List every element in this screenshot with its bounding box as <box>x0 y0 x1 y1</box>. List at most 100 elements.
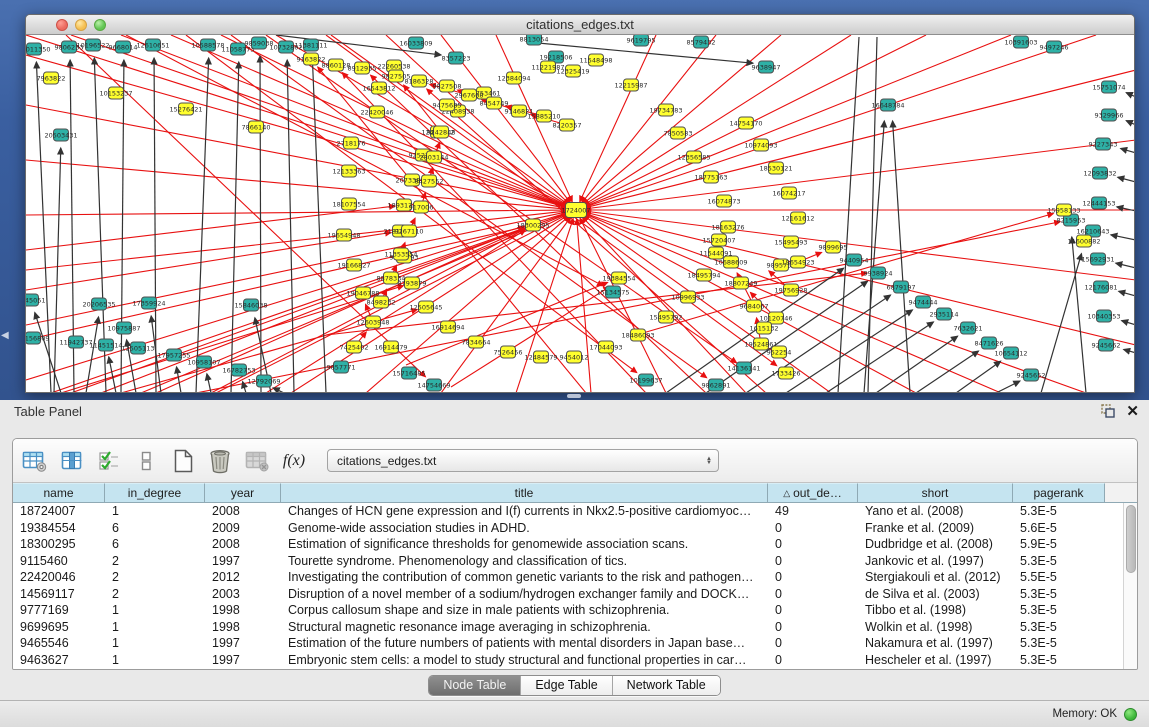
cell-short[interactable]: Franke et al. (2009) <box>858 520 1013 537</box>
cell-year[interactable]: 2008 <box>205 503 281 520</box>
graph-node[interactable]: 11942737 <box>59 336 92 348</box>
cell-out_de[interactable]: 0 <box>768 553 858 570</box>
cell-title[interactable]: Disruption of a novel member of a sodium… <box>281 586 768 603</box>
graph-node[interactable]: 9827508 <box>433 80 462 92</box>
cell-pagerank[interactable]: 5.6E-5 <box>1013 520 1105 537</box>
graph-node[interactable]: 12325419 <box>556 65 589 77</box>
graph-node[interactable]: 9245662 <box>1092 339 1121 351</box>
tab-network-table[interactable]: Network Table <box>613 676 720 695</box>
graph-node[interactable]: 18495794 <box>687 269 720 281</box>
table-row[interactable]: 946554611997Estimation of the future num… <box>13 635 1123 652</box>
graph-node[interactable]: 10996933 <box>671 291 704 303</box>
cell-name[interactable]: 9115460 <box>13 553 105 570</box>
graph-node[interactable]: 9668014 <box>109 41 138 53</box>
table-row[interactable]: 1456911722003Disruption of a novel membe… <box>13 586 1123 603</box>
graph-node[interactable]: 10199637 <box>629 374 662 386</box>
graph-node[interactable]: 8878334 <box>377 272 406 284</box>
cell-name[interactable]: 22420046 <box>13 569 105 586</box>
cell-out_de[interactable]: 0 <box>768 536 858 553</box>
cell-short[interactable]: Stergiakouli et al. (2012) <box>858 569 1013 586</box>
graph-node[interactable]: 15134575 <box>596 286 629 298</box>
cell-year[interactable]: 1997 <box>205 652 281 669</box>
graph-node[interactable]: 12161612 <box>781 212 814 224</box>
cell-year[interactable]: 1997 <box>205 635 281 652</box>
graph-node[interactable]: 12444153 <box>1082 197 1115 209</box>
graph-node[interactable]: 15495493 <box>774 236 807 248</box>
graph-node[interactable]: 12093832 <box>1083 167 1116 179</box>
graph-node[interactable]: 9227343 <box>1089 138 1118 150</box>
close-window-button[interactable] <box>56 19 68 31</box>
network-window-titlebar[interactable]: citations_edges.txt <box>26 15 1134 35</box>
cell-pagerank[interactable]: 5.3E-5 <box>1013 635 1105 652</box>
graph-node[interactable]: 15846038 <box>234 299 267 311</box>
graph-node[interactable]: 19654948 <box>327 229 360 241</box>
graph-node[interactable]: 12133363 <box>332 165 365 177</box>
graph-node[interactable]: 15958133 <box>1047 204 1080 216</box>
cell-name[interactable]: 19384554 <box>13 520 105 537</box>
graph-node[interactable]: 10958107 <box>187 356 220 368</box>
cell-year[interactable]: 2009 <box>205 520 281 537</box>
graph-node[interactable]: 8912935 <box>348 62 377 74</box>
new-table-icon[interactable] <box>169 446 197 476</box>
cell-title[interactable]: Estimation of the future numbers of pati… <box>281 635 768 652</box>
graph-node[interactable]: 1615132 <box>750 322 779 334</box>
graph-node[interactable]: 18486093 <box>621 329 654 341</box>
graph-node[interactable]: 19654923 <box>781 256 814 268</box>
graph-node[interactable]: 8186328 <box>405 75 434 87</box>
graph-node[interactable]: 16074217 <box>772 187 805 199</box>
graph-node[interactable]: 10688609 <box>714 256 747 268</box>
graph-node[interactable]: 8471626 <box>975 337 1004 349</box>
cell-title[interactable]: Estimation of significance thresholds fo… <box>281 536 768 553</box>
graph-node[interactable]: 2803144 <box>420 151 449 163</box>
graph-node[interactable]: 12484579 <box>524 351 557 363</box>
graph-node[interactable]: 16074873 <box>707 195 740 207</box>
graph-node[interactable]: 18107554 <box>332 198 365 210</box>
graph-node[interactable]: 15692931 <box>1081 253 1114 265</box>
cell-pagerank[interactable]: 5.3E-5 <box>1013 619 1105 636</box>
table-row[interactable]: 911546021997Tourette syndrome. Phenomeno… <box>13 553 1123 570</box>
graph-node[interactable]: 18807249 <box>724 277 757 289</box>
graph-node[interactable]: 18300295 <box>516 219 549 231</box>
cell-short[interactable]: Yano et al. (2008) <box>858 503 1013 520</box>
table-row[interactable]: 977716911998Corpus callosum shape and si… <box>13 602 1123 619</box>
graph-node[interactable]: 9938924 <box>864 267 893 279</box>
cell-year[interactable]: 2003 <box>205 586 281 603</box>
graph-node[interactable]: 9454012 <box>560 351 589 363</box>
table-row[interactable]: 946362711997Embryonic stem cells: a mode… <box>13 652 1123 669</box>
graph-node[interactable]: 12603948 <box>356 316 389 328</box>
graph-node[interactable]: 15720407 <box>702 234 735 246</box>
graph-node[interactable]: 19384554 <box>602 272 635 284</box>
graph-node[interactable]: 11451514 <box>89 339 122 351</box>
graph-node[interactable]: 12356585 <box>677 151 710 163</box>
graph-node[interactable]: 2935114 <box>930 308 959 320</box>
graph-node[interactable]: 9684067 <box>740 300 769 312</box>
cell-out_de[interactable]: 0 <box>768 619 858 636</box>
graph-node[interactable]: 9638947 <box>752 61 781 73</box>
cell-in_degree[interactable]: 2 <box>105 553 205 570</box>
graph-node[interactable]: 12505645 <box>409 301 442 313</box>
graph-node[interactable]: 15495792 <box>649 311 682 323</box>
column-header-title[interactable]: title <box>281 483 768 503</box>
table-row[interactable]: 1830029562008Estimation of significance … <box>13 536 1123 553</box>
cell-pagerank[interactable]: 5.5E-5 <box>1013 569 1105 586</box>
graph-node[interactable]: 7834664 <box>462 336 491 348</box>
tab-node-table[interactable]: Node Table <box>429 676 521 695</box>
graph-node[interactable]: 8579432 <box>687 36 716 48</box>
network-window[interactable]: citations_edges.txt 16011350980623310196… <box>25 14 1135 393</box>
graph-node[interactable]: 9475685 <box>433 99 462 111</box>
graph-node[interactable]: 9267110 <box>395 225 424 237</box>
cell-title[interactable]: Genome-wide association studies in ADHD. <box>281 520 768 537</box>
graph-node[interactable]: 15885210 <box>527 110 560 122</box>
cell-out_de[interactable]: 0 <box>768 586 858 603</box>
cell-pagerank[interactable]: 5.3E-5 <box>1013 553 1105 570</box>
column-header-short[interactable]: short <box>858 483 1013 503</box>
cell-out_de[interactable]: 49 <box>768 503 858 520</box>
cell-short[interactable]: de Silva et al. (2003) <box>858 586 1013 603</box>
row-height-icon[interactable] <box>132 446 160 476</box>
graph-node[interactable]: 16782753 <box>222 364 255 376</box>
graph-node[interactable]: 8220357 <box>553 119 582 131</box>
cell-year[interactable]: 1998 <box>205 602 281 619</box>
cell-short[interactable]: Dudbridge et al. (2008) <box>858 536 1013 553</box>
graph-node[interactable]: 11548498 <box>579 54 612 66</box>
cell-in_degree[interactable]: 2 <box>105 586 205 603</box>
